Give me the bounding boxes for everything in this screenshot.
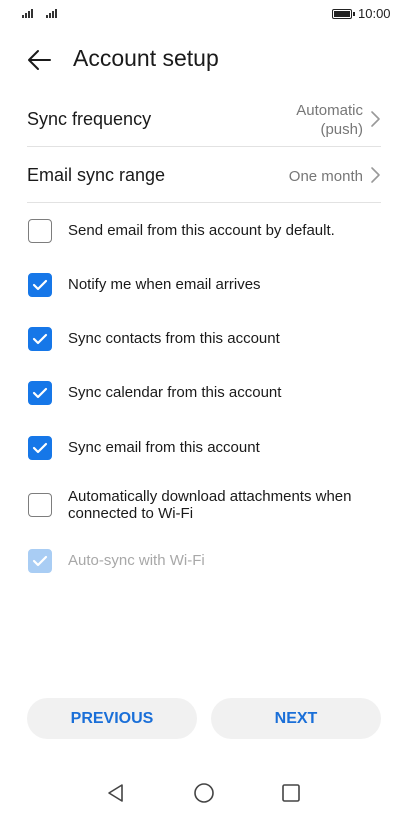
option-send-default[interactable]: Send email from this account by default. xyxy=(28,211,388,251)
signal-strength-icon xyxy=(46,8,57,18)
divider xyxy=(27,202,381,203)
checkbox-checked[interactable] xyxy=(28,327,52,351)
sync-frequency-row[interactable]: Sync frequency Automatic (push) xyxy=(27,98,381,142)
square-recents-icon[interactable] xyxy=(279,781,303,805)
checkbox-checked[interactable] xyxy=(28,436,52,460)
page-title: Account setup xyxy=(73,45,219,71)
checkmark-icon xyxy=(32,387,48,399)
option-sync-contacts[interactable]: Sync contacts from this account xyxy=(28,319,388,359)
circle-home-icon[interactable] xyxy=(192,781,216,805)
status-time: 10:00 xyxy=(358,6,391,21)
option-label: Notify me when email arrives xyxy=(68,276,261,293)
email-sync-range-label: Email sync range xyxy=(27,165,166,185)
option-label: Auto-sync with Wi-Fi xyxy=(68,552,205,569)
checkmark-icon xyxy=(32,555,48,567)
previous-button[interactable]: PREVIOUS xyxy=(27,698,197,739)
option-label: Sync email from this account xyxy=(68,439,260,456)
option-sync-email[interactable]: Sync email from this account xyxy=(28,428,388,468)
app-toolbar: Account setup xyxy=(0,40,408,80)
checkbox-checked[interactable] xyxy=(28,273,52,297)
system-navigation-bar xyxy=(0,778,408,808)
sync-frequency-label: Sync frequency xyxy=(27,109,152,129)
signal-strength-icon xyxy=(22,8,33,18)
battery-icon xyxy=(332,9,355,19)
triangle-back-icon[interactable] xyxy=(104,781,128,805)
checkmark-icon xyxy=(32,442,48,454)
chevron-right-icon xyxy=(371,167,380,183)
next-button[interactable]: NEXT xyxy=(211,698,381,739)
status-bar: 10:00 xyxy=(0,0,408,28)
checkbox-checked-disabled xyxy=(28,549,52,573)
option-notify-email[interactable]: Notify me when email arrives xyxy=(28,265,388,305)
email-sync-range-row[interactable]: Email sync range One month xyxy=(27,158,381,194)
sync-frequency-value: Automatic (push) xyxy=(296,102,363,138)
option-auto-sync-wifi: Auto-sync with Wi-Fi xyxy=(28,541,388,581)
option-sync-calendar[interactable]: Sync calendar from this account xyxy=(28,373,388,413)
option-label: Automatically download attachments when … xyxy=(68,488,352,522)
arrow-left-icon[interactable] xyxy=(26,48,54,72)
option-label: Sync contacts from this account xyxy=(68,330,280,347)
chevron-right-icon xyxy=(371,111,380,127)
checkbox[interactable] xyxy=(28,493,52,517)
checkbox-checked[interactable] xyxy=(28,381,52,405)
checkmark-icon xyxy=(32,333,48,345)
option-label: Sync calendar from this account xyxy=(68,384,282,401)
email-sync-range-value: One month xyxy=(288,168,363,185)
option-label: Send email from this account by default. xyxy=(68,222,335,239)
checkbox[interactable] xyxy=(28,219,52,243)
option-auto-download-attachments[interactable]: Automatically download attachments when … xyxy=(28,484,388,528)
checkmark-icon xyxy=(32,279,48,291)
divider xyxy=(27,146,381,147)
